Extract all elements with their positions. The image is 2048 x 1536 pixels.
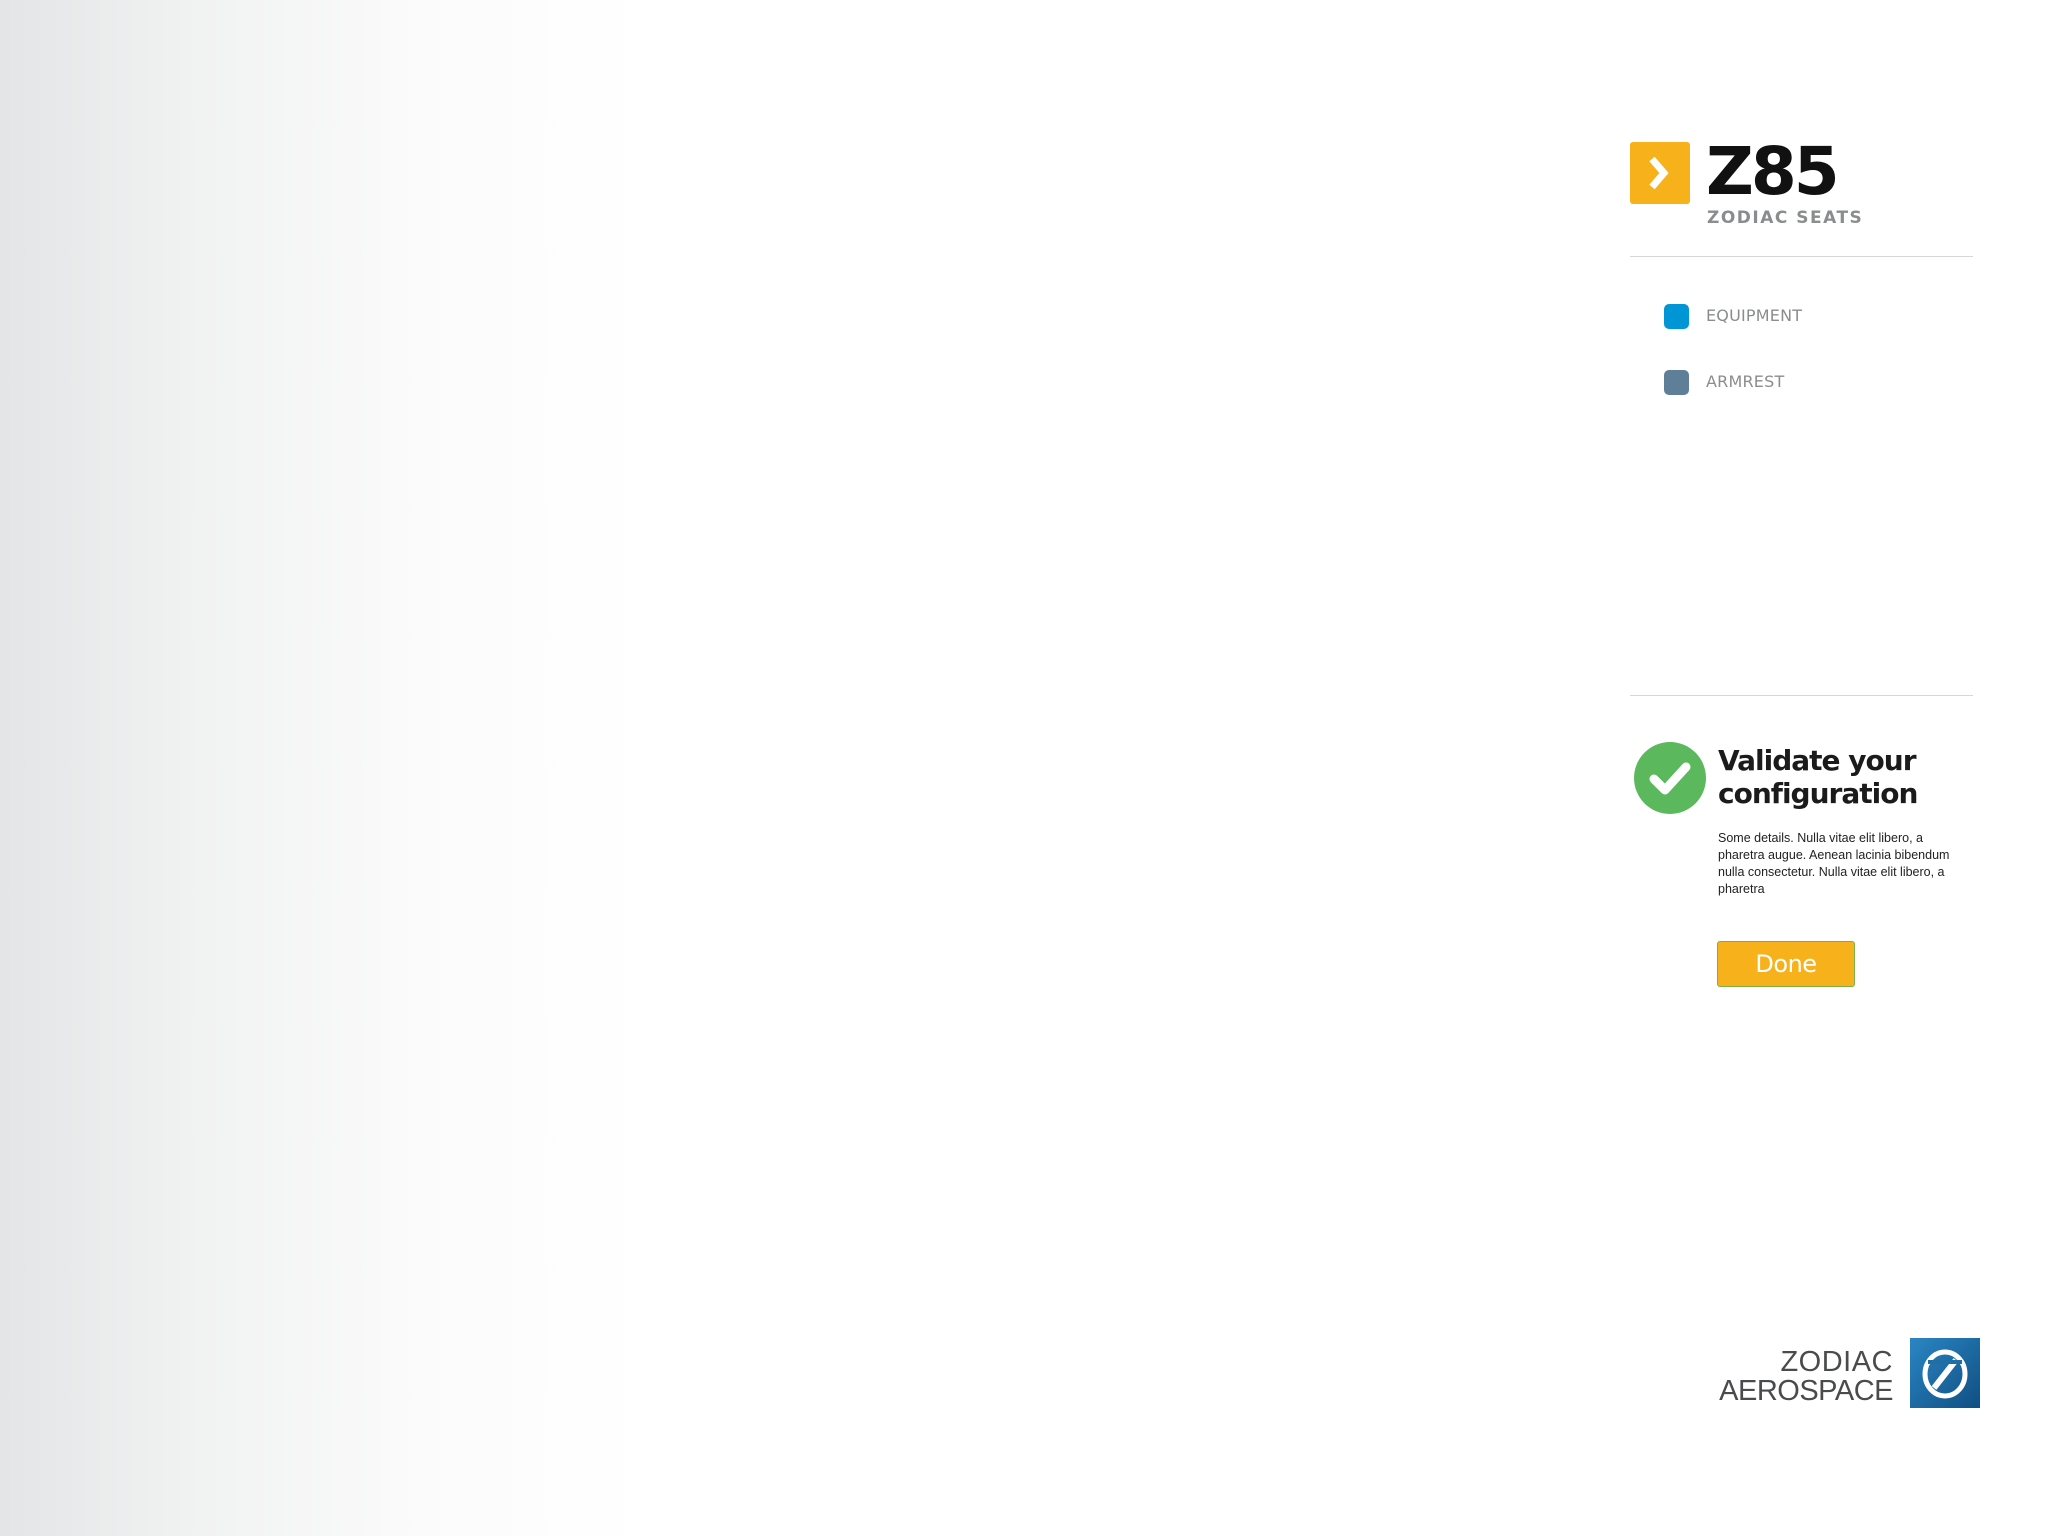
app-background: Z85 ZODIAC SEATS EQUIPMENT ARMREST Valid… (0, 0, 2048, 1536)
validate-panel: Validate your configuration Some details… (1630, 740, 1975, 1000)
product-brand: Z85 ZODIAC SEATS (1630, 134, 1975, 252)
top-divider (1630, 256, 1973, 257)
checkmark-icon (1634, 742, 1706, 814)
option-equipment[interactable]: EQUIPMENT (1630, 290, 1975, 356)
armrest-color-swatch (1664, 370, 1689, 395)
zodiac-mark-icon (1910, 1338, 1980, 1408)
option-label: EQUIPMENT (1706, 306, 1803, 325)
zodiac-aerospace-logo: ZODIAC AEROSPACE (1700, 1338, 1980, 1410)
seat-3d-viewport[interactable] (0, 0, 1600, 1536)
logo-line1: ZODIAC (1780, 1346, 1893, 1378)
done-button[interactable]: Done (1717, 941, 1855, 987)
logo-line2: AEROSPACE (1719, 1375, 1893, 1407)
option-label: ARMREST (1706, 372, 1785, 391)
brand-badge (1630, 142, 1690, 204)
logo-wordmark: ZODIAC AEROSPACE (1719, 1348, 1893, 1406)
validate-title: Validate your configuration (1718, 744, 1968, 810)
validate-description: Some details. Nulla vitae elit libero, a… (1718, 831, 1950, 896)
product-title: Z85 (1706, 133, 1840, 210)
product-subtitle: ZODIAC SEATS (1707, 208, 1864, 228)
option-list: EQUIPMENT ARMREST (1630, 290, 1975, 422)
chevron-right-icon (1649, 156, 1669, 190)
configurator-sidebar: Z85 ZODIAC SEATS EQUIPMENT ARMREST Valid… (1630, 0, 1980, 1536)
validate-title-line1: Validate your (1718, 744, 1917, 777)
option-armrest[interactable]: ARMREST (1630, 356, 1975, 422)
equipment-color-swatch (1664, 304, 1689, 329)
validate-title-line2: configuration (1718, 777, 1918, 810)
bottom-divider (1630, 695, 1973, 696)
